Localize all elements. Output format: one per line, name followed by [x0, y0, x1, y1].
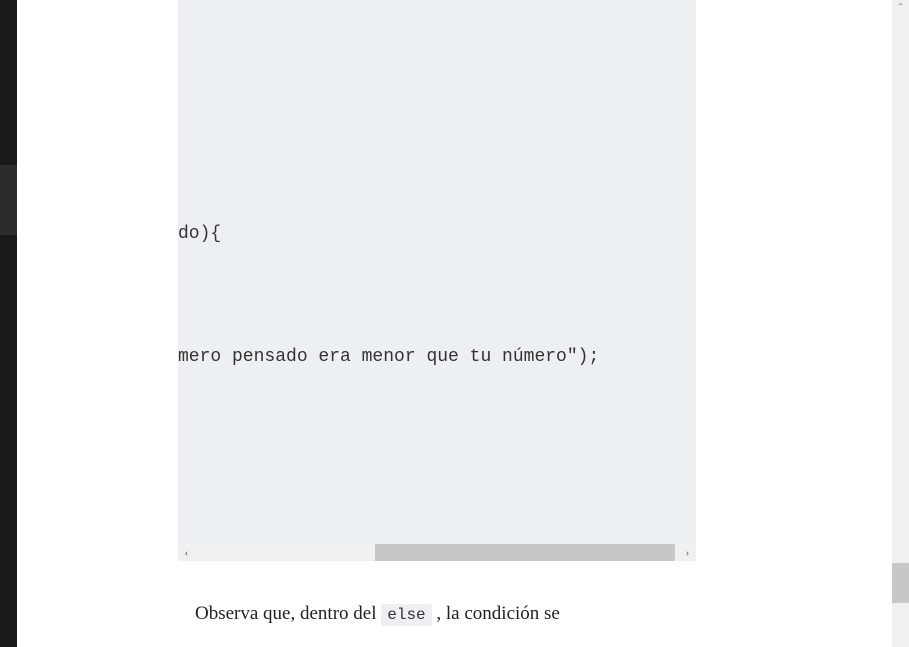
paragraph-after: , la condición se	[432, 603, 560, 624]
scroll-left-arrow-icon[interactable]: ‹	[178, 544, 195, 561]
inline-code-else: else	[381, 604, 431, 626]
scroll-right-arrow-icon[interactable]: ›	[679, 544, 696, 561]
code-content: do){ mero pensado era menor que tu númer…	[178, 0, 599, 561]
paragraph-text: Observa que, dentro del else , la condic…	[195, 603, 560, 625]
vertical-scroll-thumb[interactable]	[892, 563, 909, 603]
scroll-track[interactable]	[195, 544, 679, 561]
paragraph-before: Observa que, dentro del	[195, 603, 381, 624]
scroll-up-arrow-icon[interactable]: ˆ	[892, 0, 909, 17]
code-blank-lines	[178, 460, 599, 542]
code-line: mero pensado era menor que tu número");	[178, 337, 599, 378]
code-block: do){ mero pensado era menor que tu númer…	[178, 0, 696, 561]
content-area: do){ mero pensado era menor que tu númer…	[17, 0, 909, 647]
code-line: do){	[178, 214, 599, 255]
scroll-thumb[interactable]	[375, 544, 675, 561]
horizontal-scrollbar[interactable]: ‹ ›	[178, 544, 696, 561]
vertical-scrollbar[interactable]: ˆ	[892, 0, 909, 647]
left-sidebar	[0, 0, 17, 647]
left-sidebar-highlight	[0, 165, 17, 235]
